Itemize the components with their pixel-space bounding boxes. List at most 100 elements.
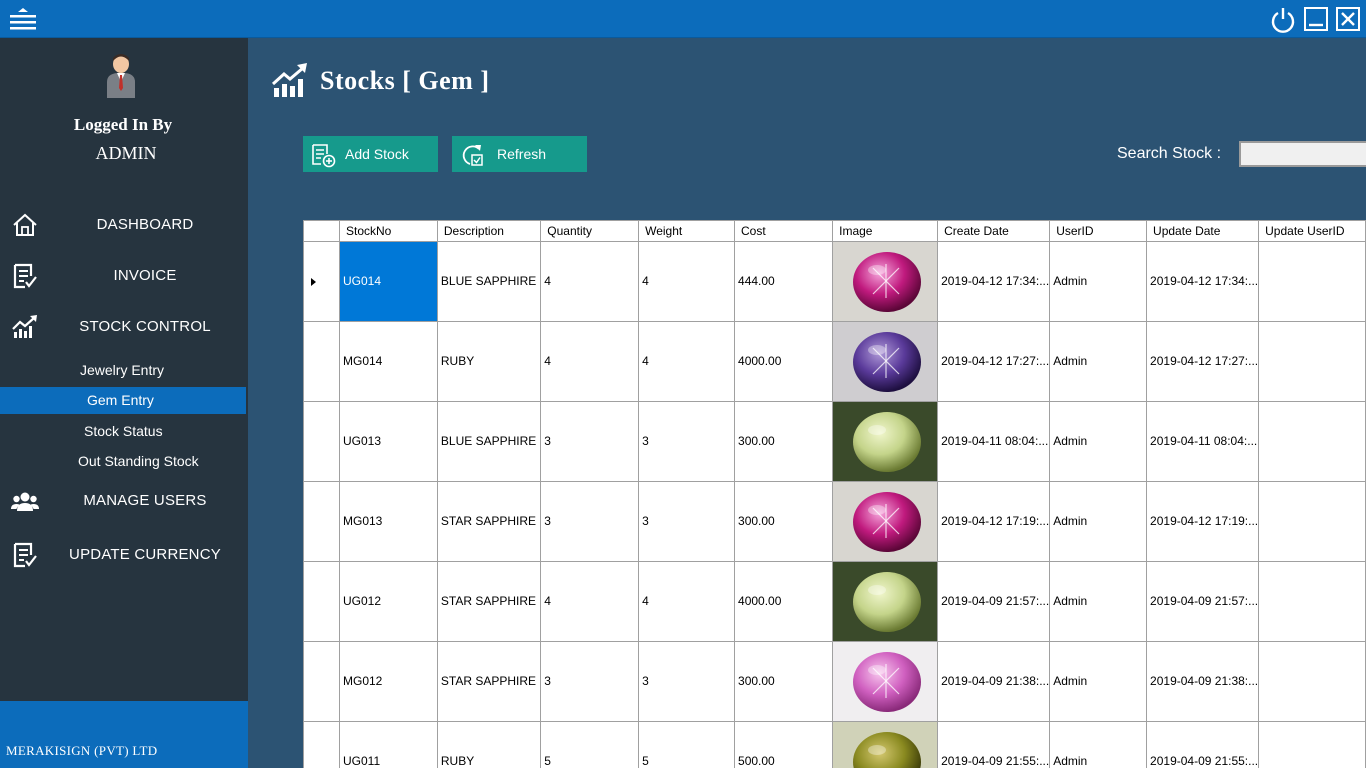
col-header-quantity[interactable]: Quantity	[540, 221, 640, 242]
cell-userid[interactable]: Admin	[1049, 401, 1148, 482]
col-header-userid[interactable]: UserID	[1049, 221, 1148, 242]
cell-cost[interactable]: 444.00	[734, 241, 834, 322]
cell-weight[interactable]: 4	[638, 561, 736, 642]
nav-dashboard[interactable]: DASHBOARD	[0, 205, 248, 245]
cell-create-date[interactable]: 2019-04-12 17:34:...	[937, 241, 1051, 322]
col-header-create-date[interactable]: Create Date	[937, 221, 1051, 242]
table-row[interactable]: MG012 STAR SAPPHIRE 3 3 300.00 2019-04-09 21:…	[304, 641, 1366, 722]
search-stock-input[interactable]	[1239, 141, 1366, 167]
menu-icon[interactable]	[8, 7, 38, 33]
cell-update-date[interactable]: 2019-04-12 17:27:...	[1146, 321, 1260, 402]
cell-description[interactable]: BLUE SAPPHIRE	[437, 401, 542, 482]
cell-update-date[interactable]: 2019-04-09 21:57:...	[1146, 561, 1260, 642]
cell-userid[interactable]: Admin	[1049, 561, 1148, 642]
cell-update-userid[interactable]	[1258, 641, 1366, 722]
table-row[interactable]: UG013 BLUE SAPPHIRE 3 3 300.00 2019-04-11 08:…	[304, 401, 1366, 482]
row-header[interactable]	[304, 241, 340, 322]
row-header[interactable]	[304, 561, 340, 642]
cell-quantity[interactable]: 3	[540, 401, 640, 482]
cell-userid[interactable]: Admin	[1049, 721, 1148, 768]
cell-stockno[interactable]: UG013	[339, 401, 438, 482]
cell-quantity[interactable]: 5	[540, 721, 640, 768]
cell-create-date[interactable]: 2019-04-09 21:38:...	[937, 641, 1051, 722]
cell-update-date[interactable]: 2019-04-12 17:19:...	[1146, 481, 1260, 562]
cell-update-userid[interactable]	[1258, 241, 1366, 322]
cell-update-userid[interactable]	[1258, 401, 1366, 482]
cell-cost[interactable]: 500.00	[734, 721, 834, 768]
cell-update-userid[interactable]	[1258, 321, 1366, 402]
close-icon[interactable]	[1334, 5, 1362, 33]
cell-image[interactable]	[832, 561, 939, 642]
add-stock-button[interactable]: Add Stock	[303, 136, 438, 172]
cell-image[interactable]	[832, 641, 939, 722]
cell-quantity[interactable]: 4	[540, 561, 640, 642]
cell-stockno[interactable]: UG014	[339, 241, 438, 322]
sub-item-jewelry-entry[interactable]: Jewelry Entry	[0, 357, 246, 384]
cell-update-userid[interactable]	[1258, 721, 1366, 768]
table-row[interactable]: UG014 BLUE SAPPHIRE 4 4 444.00 2019-04-12 17:…	[304, 241, 1366, 322]
cell-quantity[interactable]: 4	[540, 321, 640, 402]
cell-userid[interactable]: Admin	[1049, 321, 1148, 402]
cell-stockno[interactable]: UG011	[339, 721, 438, 768]
cell-create-date[interactable]: 2019-04-12 17:19:...	[937, 481, 1051, 562]
nav-update-currency[interactable]: UPDATE CURRENCY	[0, 535, 248, 575]
table-row[interactable]: UG011 RUBY 5 5 500.00 2019-04-09 21:55:... Adm…	[304, 721, 1366, 768]
cell-create-date[interactable]: 2019-04-12 17:27:...	[937, 321, 1051, 402]
cell-create-date[interactable]: 2019-04-11 08:04:...	[937, 401, 1051, 482]
cell-cost[interactable]: 4000.00	[734, 561, 834, 642]
cell-image[interactable]	[832, 721, 939, 768]
table-row[interactable]: UG012 STAR SAPPHIRE 4 4 4000.00 2019-04-09 21…	[304, 561, 1366, 642]
cell-stockno[interactable]: MG012	[339, 641, 438, 722]
cell-create-date[interactable]: 2019-04-09 21:57:...	[937, 561, 1051, 642]
row-header[interactable]	[304, 481, 340, 562]
cell-description[interactable]: STAR SAPPHIRE	[437, 641, 542, 722]
minimize-icon[interactable]	[1302, 5, 1330, 33]
col-header-stockno[interactable]: StockNo	[339, 221, 438, 242]
row-header[interactable]	[304, 721, 340, 768]
row-header[interactable]	[304, 401, 340, 482]
cell-stockno[interactable]: UG012	[339, 561, 438, 642]
cell-cost[interactable]: 300.00	[734, 641, 834, 722]
cell-update-date[interactable]: 2019-04-11 08:04:...	[1146, 401, 1260, 482]
cell-description[interactable]: RUBY	[437, 321, 542, 402]
cell-weight[interactable]: 5	[638, 721, 736, 768]
cell-userid[interactable]: Admin	[1049, 481, 1148, 562]
refresh-button[interactable]: Refresh	[452, 136, 587, 172]
nav-invoice[interactable]: INVOICE	[0, 256, 248, 296]
cell-description[interactable]: STAR SAPPHIRE	[437, 561, 542, 642]
table-row[interactable]: MG013 STAR SAPPHIRE 3 3 300.00 2019-04-12 17:…	[304, 481, 1366, 562]
cell-weight[interactable]: 4	[638, 321, 736, 402]
sub-item-outstanding-stock[interactable]: Out Standing Stock	[0, 448, 246, 475]
table-row[interactable]: MG014 RUBY 4 4 4000.00 2019-04-12 17:27:... Ad…	[304, 321, 1366, 402]
cell-update-userid[interactable]	[1258, 561, 1366, 642]
col-header-update-userid[interactable]: Update UserID	[1258, 221, 1366, 242]
cell-weight[interactable]: 4	[638, 241, 736, 322]
cell-weight[interactable]: 3	[638, 481, 736, 562]
cell-description[interactable]: RUBY	[437, 721, 542, 768]
cell-image[interactable]	[832, 481, 939, 562]
cell-quantity[interactable]: 4	[540, 241, 640, 322]
nav-stock-control[interactable]: STOCK CONTROL	[0, 307, 248, 347]
col-header-image[interactable]: Image	[832, 221, 939, 242]
cell-userid[interactable]: Admin	[1049, 241, 1148, 322]
col-header-description[interactable]: Description	[437, 221, 542, 242]
cell-quantity[interactable]: 3	[540, 481, 640, 562]
cell-userid[interactable]: Admin	[1049, 641, 1148, 722]
cell-stockno[interactable]: MG013	[339, 481, 438, 562]
cell-weight[interactable]: 3	[638, 401, 736, 482]
sub-item-stock-status[interactable]: Stock Status	[0, 418, 246, 445]
sub-item-gem-entry[interactable]: Gem Entry	[0, 387, 246, 414]
logout-icon[interactable]	[1269, 5, 1297, 33]
cell-update-date[interactable]: 2019-04-12 17:34:...	[1146, 241, 1260, 322]
cell-image[interactable]	[832, 241, 939, 322]
cell-description[interactable]: STAR SAPPHIRE	[437, 481, 542, 562]
cell-weight[interactable]: 3	[638, 641, 736, 722]
cell-cost[interactable]: 300.00	[734, 481, 834, 562]
col-header-weight[interactable]: Weight	[638, 221, 736, 242]
cell-quantity[interactable]: 3	[540, 641, 640, 722]
cell-update-date[interactable]: 2019-04-09 21:38:...	[1146, 641, 1260, 722]
cell-image[interactable]	[832, 401, 939, 482]
cell-image[interactable]	[832, 321, 939, 402]
cell-stockno[interactable]: MG014	[339, 321, 438, 402]
col-header-cost[interactable]: Cost	[734, 221, 834, 242]
